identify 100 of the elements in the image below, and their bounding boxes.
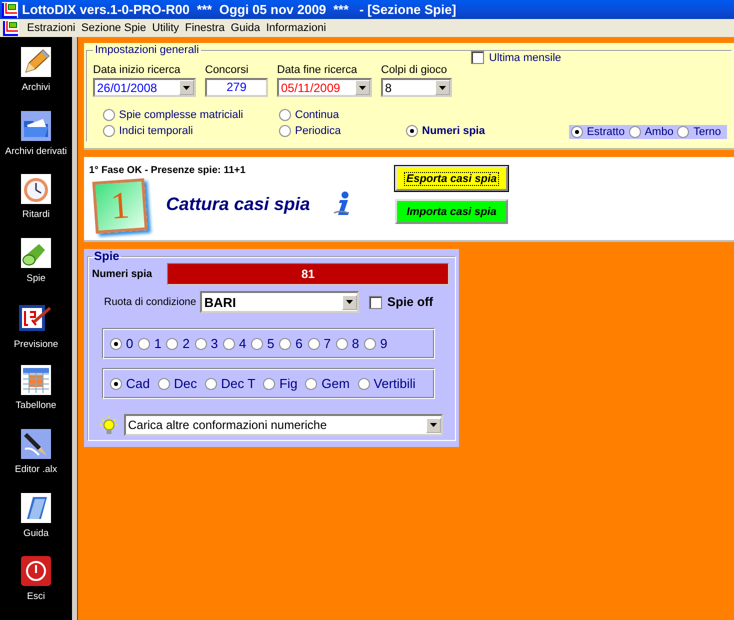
radio-label: Spie complesse matriciali [119,109,244,121]
radio-button[interactable] [364,338,376,350]
menu-item[interactable]: Sezione Spie [81,22,152,34]
radio-label: Cad [126,376,150,391]
sidebar-item-label[interactable]: Esci [27,591,45,602]
clock-icon[interactable] [21,174,51,204]
radio-label: 4 [238,336,246,351]
radio-label: Numeri spia [422,125,485,137]
sidebar-item-label[interactable]: Archivi [22,82,50,93]
menu-item[interactable]: Utility [152,22,186,34]
radio-button[interactable] [570,126,583,138]
radio-label: 1 [154,336,162,351]
dropdown-field[interactable]: 05/11/2009 [277,78,372,97]
radio-button[interactable] [251,338,264,350]
radio-label: Terno [693,126,721,138]
radio-label: 5 [267,336,274,351]
radio-button[interactable] [406,125,418,137]
radio-button[interactable] [158,378,170,390]
sidebar-item-label[interactable]: Spie [26,273,46,284]
radio-label: 7 [324,336,331,351]
radio-button[interactable] [263,378,276,390]
radio-label: 6 [295,336,303,351]
checkbox[interactable] [471,51,484,64]
caret-icon [439,86,446,90]
menu-item[interactable]: Informazioni [266,22,332,34]
status-text: 1° Fase OK - Presenze spie: 11+1 [89,165,247,176]
radio-label: Continua [295,109,340,121]
radio-button[interactable] [166,338,178,350]
flashlight-icon[interactable] [21,238,51,268]
caret-icon [359,86,366,90]
dropdown-field[interactable]: 8 [381,78,452,97]
dropdown-field[interactable]: BARI [200,291,360,313]
light-bulb-icon [100,415,118,435]
menu-item[interactable]: Guida [230,22,266,34]
radio-label: 0 [126,336,134,351]
calendar-grid-icon[interactable] [20,365,51,396]
field-label: Numeri spia [92,268,152,280]
field-label: Data inizio ricerca [93,64,182,76]
radio-button[interactable] [110,378,122,390]
sidebar-item-label[interactable]: Previsione [14,338,58,350]
radio-button[interactable] [103,125,115,137]
radio-label: Estratto [586,126,625,138]
app-logo-icon[interactable] [3,20,19,36]
sidebar-item-label[interactable]: Tabellone [16,400,56,412]
caret-icon [430,423,437,427]
power-icon[interactable] [21,556,51,586]
radio-button[interactable] [222,338,235,350]
radio-button[interactable] [103,109,115,121]
app-logo-icon [2,2,18,18]
sidebar-item-label[interactable]: Editor .alx [14,464,58,476]
radio-button[interactable] [194,338,207,350]
radio-label: Periodica [295,125,341,137]
group-title: Spie [93,249,120,263]
menu-item[interactable]: Finestra [185,22,231,34]
radio-button[interactable] [110,338,122,350]
radio-button[interactable] [279,109,291,121]
checkbox-label: Spie off [387,295,434,309]
radio-button[interactable] [677,126,690,138]
radio-button[interactable] [138,338,150,350]
radio-button[interactable] [336,338,348,350]
step-badge: 1 [92,178,148,234]
book-icon[interactable] [21,492,51,523]
action-button[interactable]: Esporta casi spia [395,166,508,191]
action-button[interactable]: Importa casi spia [395,199,508,224]
radio-label: 2 [182,336,190,351]
radio-label: Dec [174,376,197,391]
radio-button[interactable] [358,378,370,390]
radio-label: 8 [352,336,360,351]
checkbox-label: Ultima mensile [489,52,562,64]
caret-icon [183,86,190,90]
radio-button[interactable] [204,378,217,390]
radio-label: 3 [210,336,218,351]
sidebar-item-label[interactable]: Ritardi [22,209,50,220]
radio-button[interactable] [305,378,318,390]
radio-label: Vertibili [374,376,416,391]
field-label: Concorsi [205,64,250,76]
radio-label: Ambo [644,126,674,138]
fountain-pen-icon[interactable] [21,429,51,460]
field-label: Ruota di condizione [104,296,196,308]
radio-label: Fig [279,376,298,391]
pencil-icon[interactable] [21,47,51,77]
window-title: LottoDIX vers.1-0-PRO-R00 *** Oggi 05 nov 2009 *** - [Sezione Spie] [22,2,456,17]
radio-label: Indici temporali [119,125,193,137]
checkbox[interactable] [369,296,382,308]
input-field[interactable]: 279 [205,78,268,97]
group-title: Impostazioni generali [94,44,200,56]
field-label: Data fine ricerca [277,64,358,76]
dropdown-field[interactable]: 26/01/2008 [93,78,196,97]
radio-button[interactable] [279,338,292,350]
menu-item[interactable]: Estrazioni [27,22,82,34]
folder-icon[interactable] [21,110,51,141]
sidebar-item-label[interactable]: Archivi derivati [5,146,67,157]
field-label: Colpi di gioco [381,64,448,76]
radio-button[interactable] [308,338,320,350]
radio-button[interactable] [279,125,291,137]
radio-label: Gem [321,376,350,391]
radio-label: 9 [380,336,388,351]
dropdown-field[interactable]: Carica altre conformazioni numeriche [124,414,443,436]
radio-button[interactable] [628,126,641,138]
sidebar-item-label[interactable]: Guida [23,528,49,539]
